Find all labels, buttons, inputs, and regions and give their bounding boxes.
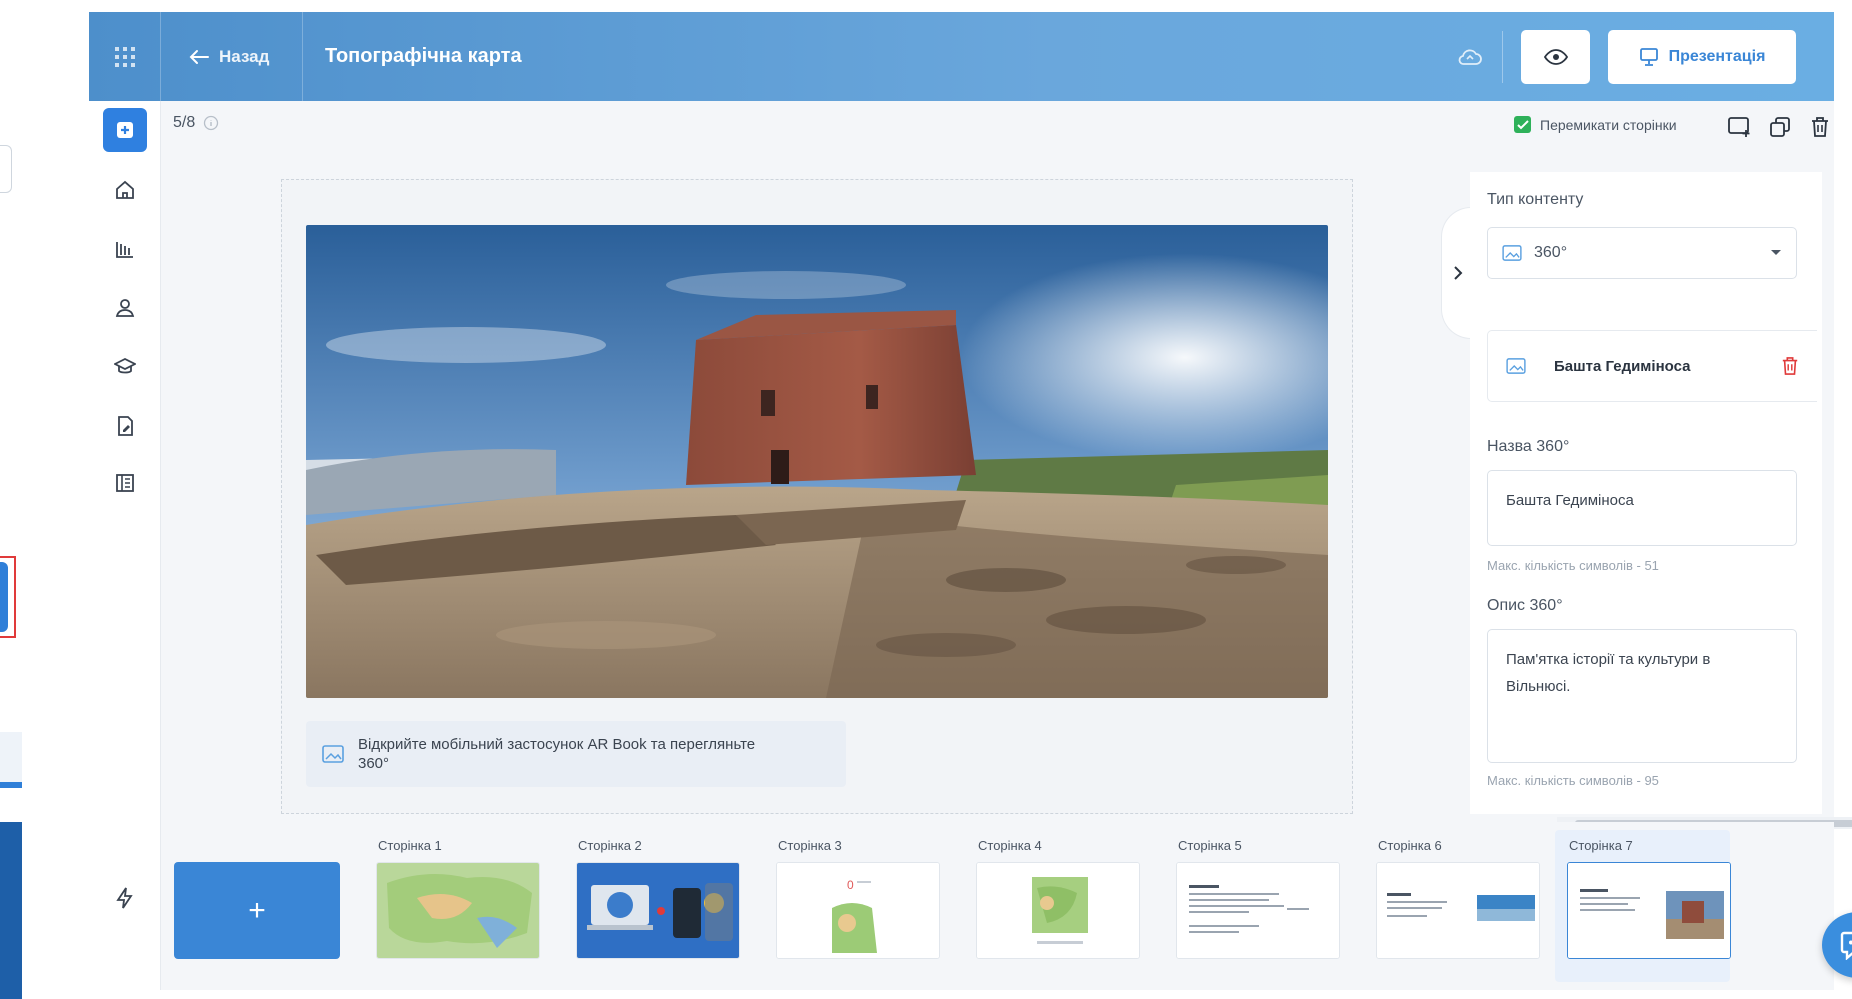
duplicate-icon	[1770, 117, 1790, 137]
content-type-select[interactable]: 360°	[1487, 227, 1797, 279]
image-360-icon	[322, 745, 344, 763]
svg-text:0: 0	[847, 878, 854, 892]
top-bar: Назад Топографічна карта Презентація	[89, 12, 1834, 101]
cloud-sync-icon	[1458, 49, 1482, 65]
preview-button[interactable]	[1521, 29, 1590, 84]
rail-courses[interactable]	[103, 345, 147, 389]
page-thumbnail-label: Сторінка 7	[1569, 838, 1633, 853]
page-thumbnail-3[interactable]: Сторінка 3 0	[764, 838, 940, 959]
page-counter: 5/8	[173, 114, 219, 132]
eye-icon	[1543, 48, 1568, 65]
toolbar-divider	[1502, 30, 1503, 83]
flip-pages-checkbox[interactable]	[1514, 116, 1531, 133]
home-icon	[116, 180, 134, 199]
chevron-right-icon	[1453, 266, 1462, 280]
grid-icon	[114, 46, 135, 67]
content-item-name: Башта Гедиміноса	[1554, 357, 1691, 375]
background-window-highlight	[0, 556, 16, 638]
page-thumbnail-preview	[976, 862, 1140, 959]
graduation-cap-icon	[114, 357, 136, 374]
image-360-icon	[1502, 245, 1522, 261]
properties-panel: Тип контенту 360° Башта Гедиміноса Назва…	[1470, 172, 1822, 814]
presentation-button[interactable]: Презентація	[1608, 29, 1796, 84]
chevron-down-icon	[1771, 250, 1781, 255]
page-thumbnail-label: Сторінка 4	[978, 838, 1042, 853]
background-window-tab	[0, 732, 22, 788]
background-window-panel	[0, 822, 22, 999]
page-thumbnail-label: Сторінка 5	[1178, 838, 1242, 853]
description-hint: Макс. кількість символів - 95	[1487, 773, 1659, 788]
rail-home[interactable]	[103, 168, 147, 212]
content-type-value: 360°	[1534, 244, 1568, 261]
description-label: Опис 360°	[1487, 597, 1563, 614]
page-thumbnail-preview	[1376, 862, 1540, 959]
page-thumbnail-6[interactable]: Сторінка 6	[1364, 838, 1540, 959]
name-hint: Макс. кількість символів - 51	[1487, 558, 1659, 573]
background-window-field	[0, 145, 12, 193]
collapse-panel-button[interactable]	[1441, 207, 1473, 339]
page-tools	[1726, 113, 1834, 141]
apps-menu-button[interactable]	[89, 12, 161, 101]
editor-window: Назад Топографічна карта Презентація 5/8…	[89, 12, 1852, 990]
add-page-tool-button[interactable]	[1726, 113, 1754, 141]
page-thumbnail-label: Сторінка 6	[1378, 838, 1442, 853]
panorama-360-image[interactable]	[306, 225, 1328, 698]
sync-status-button[interactable]	[1442, 48, 1498, 66]
rail-users[interactable]	[103, 286, 147, 330]
canvas-caption[interactable]: Відкрийте мобільний застосунок AR Book т…	[306, 721, 846, 787]
page-thumbnail-label: Сторінка 1	[378, 838, 442, 853]
rail-add-button[interactable]	[103, 108, 147, 152]
left-navigation-rail	[89, 101, 161, 990]
trash-icon[interactable]	[1781, 356, 1799, 376]
name-label: Назва 360°	[1487, 438, 1570, 455]
add-page-icon	[1728, 117, 1750, 137]
chat-bubble-icon	[1840, 931, 1852, 960]
page-canvas[interactable]: Відкрийте мобільний застосунок AR Book т…	[281, 179, 1353, 814]
name-input[interactable]: Башта Гедиміноса	[1487, 470, 1797, 546]
page-thumbnail-preview	[1567, 862, 1731, 959]
page-thumbnail-4[interactable]: Сторінка 4	[964, 838, 1140, 959]
page-thumbnail-preview	[576, 862, 740, 959]
users-icon	[115, 299, 135, 317]
add-page-plus: +	[248, 893, 266, 927]
content-item[interactable]: Башта Гедиміноса	[1487, 330, 1817, 402]
page-thumbnail-label: Сторінка 2	[578, 838, 642, 853]
page-thumbnail-label: Сторінка 3	[778, 838, 842, 853]
add-page-button[interactable]: +	[174, 862, 340, 959]
trash-icon	[1812, 117, 1828, 137]
back-label: Назад	[219, 46, 270, 66]
page-thumbnail-1[interactable]: Сторінка 1	[364, 838, 540, 959]
rail-books[interactable]	[103, 461, 147, 505]
rail-library[interactable]	[103, 227, 147, 271]
back-button[interactable]: Назад	[161, 12, 303, 101]
document-title: Топографічна карта	[325, 45, 522, 67]
book-icon	[116, 474, 134, 492]
page-thumbnail-preview	[376, 862, 540, 959]
page-thumbnail-2[interactable]: Сторінка 2	[564, 838, 740, 959]
presentation-label: Презентація	[1668, 47, 1766, 65]
description-input[interactable]: Пам'ятка історії та культури в Вільнюсі.	[1487, 629, 1797, 763]
presentation-icon	[1639, 47, 1658, 66]
flip-pages-toggle[interactable]: Перемикати сторінки	[1514, 116, 1677, 133]
add-square-icon	[117, 122, 133, 138]
page-thumbnail-preview: 0	[776, 862, 940, 959]
page-thumbnail-preview	[1176, 862, 1340, 959]
page-thumbnail-5[interactable]: Сторінка 5	[1164, 838, 1340, 959]
page-counter-text: 5/8	[173, 114, 196, 131]
check-icon	[1516, 119, 1529, 129]
rail-documents[interactable]	[103, 404, 147, 448]
delete-page-button[interactable]	[1806, 113, 1834, 141]
library-icon	[116, 242, 133, 258]
image-360-icon	[1506, 358, 1526, 374]
content-type-label: Тип контенту	[1487, 191, 1584, 208]
bolt-icon	[116, 887, 133, 909]
caption-text: Відкрийте мобільний застосунок AR Book т…	[358, 736, 756, 772]
arrow-left-icon	[189, 49, 209, 64]
quick-actions-button[interactable]	[107, 880, 143, 916]
page-thumbnail-7[interactable]: Сторінка 7	[1555, 830, 1731, 982]
info-icon[interactable]	[203, 115, 219, 131]
flip-pages-label: Перемикати сторінки	[1540, 116, 1677, 133]
document-edit-icon	[118, 416, 133, 436]
duplicate-page-button[interactable]	[1766, 113, 1794, 141]
